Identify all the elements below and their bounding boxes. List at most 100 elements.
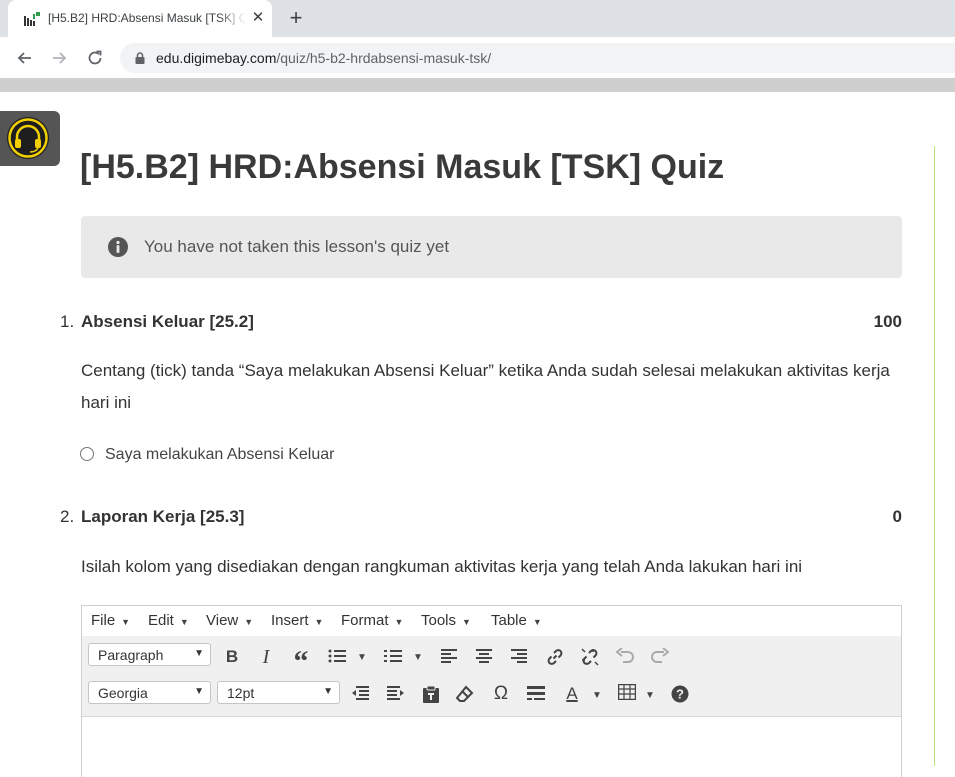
font-size-value: 12pt xyxy=(227,685,255,701)
special-character-button[interactable]: Ω xyxy=(489,682,513,706)
menu-table-label: Table xyxy=(491,612,527,629)
address-bar[interactable]: edu.digimebay.com/quiz/h5-b2-hrdabsensi-… xyxy=(120,43,955,73)
menu-format[interactable]: Format ▼ xyxy=(341,612,403,629)
outdent-icon xyxy=(352,686,369,700)
bullet-list-button[interactable] xyxy=(325,645,349,669)
menu-edit[interactable]: Edit ▼ xyxy=(148,612,189,629)
help-button[interactable]: ? xyxy=(668,682,692,706)
horizontal-rule-icon xyxy=(527,686,545,700)
menu-tools[interactable]: Tools ▼ xyxy=(421,612,471,629)
chevron-down-icon: ▼ xyxy=(532,617,542,627)
content-border xyxy=(934,146,935,766)
question-number: 2. xyxy=(60,507,75,526)
chevron-down-icon: ▼ xyxy=(179,617,189,627)
font-family-select[interactable]: Georgia ▼ xyxy=(88,681,211,704)
editor-toolbar: Paragraph ▼ B I “ ▼ ▼ Georgia ▼ 12pt ▼ Ω… xyxy=(82,636,901,717)
chevron-down-icon: ▼ xyxy=(194,686,204,697)
undo-button[interactable] xyxy=(613,645,637,669)
help-icon: ? xyxy=(671,685,689,703)
paste-text-button[interactable] xyxy=(419,682,443,706)
question-text: Centang (tick) tanda “Saya melakukan Abs… xyxy=(81,361,890,412)
chevron-down-icon[interactable]: ▼ xyxy=(357,652,367,663)
clear-formatting-button[interactable] xyxy=(453,682,477,706)
headphones-icon xyxy=(7,117,49,159)
unlink-icon xyxy=(581,648,599,666)
menu-view[interactable]: View ▼ xyxy=(206,612,253,629)
menu-tools-label: Tools xyxy=(421,612,457,629)
block-format-value: Paragraph xyxy=(98,647,164,663)
editor-text-area[interactable] xyxy=(82,717,901,777)
browser-tab[interactable]: [H5.B2] HRD:Absensi Masuk [TSK] Quiz ✕ xyxy=(8,0,272,37)
browser-toolbar: edu.digimebay.com/quiz/h5-b2-hrdabsensi-… xyxy=(0,37,955,78)
align-center-button[interactable] xyxy=(472,645,496,669)
menu-view-label: View xyxy=(206,612,239,629)
forward-icon[interactable] xyxy=(47,45,73,71)
clipboard-icon xyxy=(423,685,439,703)
answer-label[interactable]: Saya melakukan Absensi Keluar xyxy=(105,446,334,464)
font-size-select[interactable]: 12pt ▼ xyxy=(217,681,340,704)
align-left-icon xyxy=(441,649,457,663)
outdent-button[interactable] xyxy=(348,682,372,706)
menu-insert-label: Insert xyxy=(271,612,309,629)
question-points: 0 xyxy=(892,507,902,526)
chevron-down-icon: ▼ xyxy=(194,648,204,659)
undo-icon xyxy=(616,648,634,663)
question-title: Laporan Kerja [25.3] xyxy=(81,507,245,526)
question-title: Absensi Keluar [25.2] xyxy=(81,312,254,331)
chevron-down-icon[interactable]: ▼ xyxy=(592,690,602,701)
blockquote-button[interactable]: “ xyxy=(289,645,313,678)
question-text: Isilah kolom yang disediakan dengan rang… xyxy=(81,557,803,576)
close-tab-icon[interactable]: ✕ xyxy=(248,8,268,28)
bullet-list-icon xyxy=(328,649,346,663)
numbered-list-icon xyxy=(384,650,402,662)
answer-radio[interactable] xyxy=(80,447,94,461)
insert-link-button[interactable] xyxy=(543,645,567,669)
chevron-down-icon: ▼ xyxy=(323,686,333,697)
menu-table[interactable]: Table ▼ xyxy=(491,612,542,629)
align-right-icon xyxy=(511,649,527,663)
menu-insert[interactable]: Insert ▼ xyxy=(271,612,323,629)
url-host: edu.digimebay.com xyxy=(156,50,277,66)
align-left-button[interactable] xyxy=(437,645,461,669)
bold-button[interactable]: B xyxy=(220,645,244,669)
quiz-status-notice: You have not taken this lesson's quiz ye… xyxy=(81,216,902,278)
insert-table-button[interactable] xyxy=(615,681,639,705)
help-glyph: ? xyxy=(676,687,684,702)
menu-file[interactable]: File ▼ xyxy=(91,612,130,629)
numbered-list-button[interactable] xyxy=(381,645,405,669)
chevron-down-icon[interactable]: ▼ xyxy=(413,652,423,663)
redo-button[interactable] xyxy=(648,645,672,669)
audio-headphones-button[interactable] xyxy=(0,111,60,166)
url-text: edu.digimebay.com/quiz/h5-b2-hrdabsensi-… xyxy=(156,50,491,66)
indent-button[interactable] xyxy=(384,682,408,706)
url-path: /quiz/h5-b2-hrdabsensi-masuk-tsk/ xyxy=(276,50,492,66)
chevron-down-icon: ▼ xyxy=(314,617,324,627)
align-right-button[interactable] xyxy=(507,645,531,669)
redo-icon xyxy=(651,648,669,663)
horizontal-rule-button[interactable] xyxy=(524,682,548,706)
menu-file-label: File xyxy=(91,612,116,629)
rich-text-editor: File ▼ Edit ▼ View ▼ Insert ▼ Format ▼ Tools ▼… xyxy=(81,605,902,777)
notice-text: You have not taken this lesson's quiz ye… xyxy=(144,237,450,256)
block-format-select[interactable]: Paragraph ▼ xyxy=(88,643,211,666)
text-color-button[interactable]: A xyxy=(560,682,584,706)
back-icon[interactable] xyxy=(11,45,37,71)
chevron-down-icon: ▼ xyxy=(244,617,254,627)
browser-tab-strip: [H5.B2] HRD:Absensi Masuk [TSK] Quiz ✕ + xyxy=(0,0,955,37)
chevron-down-icon[interactable]: ▼ xyxy=(645,690,655,701)
link-icon xyxy=(547,649,563,665)
lock-icon xyxy=(135,52,145,64)
font-family-value: Georgia xyxy=(98,685,148,701)
new-tab-button[interactable]: + xyxy=(284,6,308,30)
menu-format-label: Format xyxy=(341,612,389,629)
chevron-down-icon: ▼ xyxy=(121,617,131,627)
site-favicon-icon xyxy=(24,12,40,26)
italic-button[interactable]: I xyxy=(254,645,278,669)
remove-link-button[interactable] xyxy=(578,645,602,669)
page-top-bar xyxy=(0,78,955,92)
question-number: 1. xyxy=(60,312,75,331)
reload-icon[interactable] xyxy=(82,45,108,71)
table-icon xyxy=(618,684,636,700)
eraser-icon xyxy=(456,685,474,702)
chevron-down-icon: ▼ xyxy=(394,617,404,627)
